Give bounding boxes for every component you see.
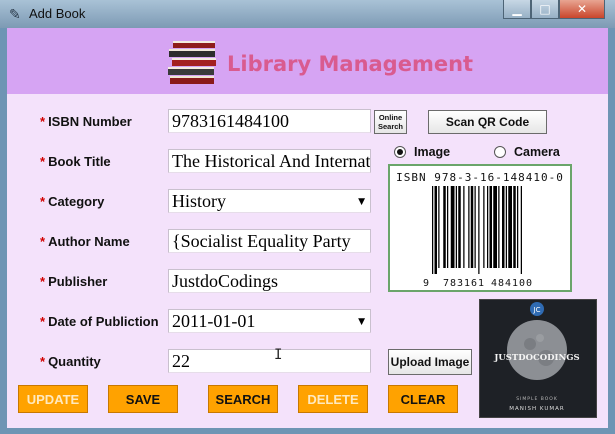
save-button[interactable]: SAVE	[108, 385, 178, 413]
close-button[interactable]: ✕	[559, 0, 605, 19]
online-search-line1: Online	[378, 113, 403, 122]
book-cover-image: JC JUSTDOCODINGS SIMPLE BOOK MANISH KUMA…	[479, 299, 597, 418]
minimize-icon: ▁	[512, 2, 522, 16]
camera-radio[interactable]: Camera	[494, 145, 560, 159]
maximize-icon: □	[539, 2, 551, 16]
search-button[interactable]: SEARCH	[208, 385, 278, 413]
publisher-label: * Publisher	[40, 274, 107, 289]
image-radio[interactable]: Image	[394, 145, 450, 159]
barcode-top-text: ISBN 978-3-16-148410-0	[396, 171, 564, 184]
chevron-down-icon[interactable]: ▼	[358, 197, 365, 207]
cover-author: MANISH KUMAR	[509, 406, 564, 412]
cover-title: JUSTDOCODINGS	[493, 353, 579, 363]
maximize-button[interactable]: □	[531, 0, 559, 19]
date-value: 2011-01-01	[172, 311, 256, 331]
text-cursor-icon: I	[274, 347, 283, 363]
image-radio-label: Image	[414, 145, 451, 159]
publisher-label-text: Publisher	[48, 274, 108, 289]
date-label-text: Date of Publiction	[48, 314, 159, 329]
barcode-right-digits: 484100	[491, 278, 533, 289]
required-marker: *	[40, 274, 46, 289]
app-title: Library Management	[227, 52, 474, 76]
update-button[interactable]: UPDATE	[18, 385, 88, 413]
delete-button[interactable]: DELETE	[298, 385, 368, 413]
barcode-preview: ISBN 978-3-16-148410-0 9 783161 484100	[388, 164, 572, 292]
category-select[interactable]: History ▼	[168, 189, 371, 213]
required-marker: *	[40, 314, 46, 329]
close-icon: ✕	[576, 2, 588, 16]
camera-radio-label: Camera	[514, 145, 560, 159]
required-marker: *	[40, 114, 46, 129]
barcode-left-digits: 783161	[443, 278, 485, 289]
feather-icon: ✎	[9, 6, 21, 22]
isbn-label: * ISBN Number	[40, 114, 132, 129]
publisher-input[interactable]: JustdoCodings	[168, 269, 371, 293]
book-title-label-text: Book Title	[48, 154, 111, 169]
required-marker: *	[40, 354, 46, 369]
camera-radio-dot[interactable]	[494, 146, 506, 158]
date-picker[interactable]: 2011-01-01 ▼	[168, 309, 371, 333]
date-label: * Date of Publiction	[40, 314, 159, 329]
barcode-first-digit: 9	[423, 278, 429, 289]
author-input[interactable]: {Socialist Equality Party	[168, 229, 371, 253]
barcode-bars	[432, 186, 522, 274]
image-radio-dot[interactable]	[394, 146, 406, 158]
category-label: * Category	[40, 194, 104, 209]
isbn-input[interactable]: 9783161484100	[168, 109, 371, 133]
required-marker: *	[40, 234, 46, 249]
cover-art: JC JUSTDOCODINGS SIMPLE BOOK MANISH KUMA…	[480, 300, 596, 417]
book-stack-icon	[168, 41, 216, 84]
book-title-input[interactable]: The Historical And International	[168, 149, 371, 173]
required-marker: *	[40, 194, 46, 209]
isbn-label-text: ISBN Number	[48, 114, 132, 129]
barcode-image: ISBN 978-3-16-148410-0 9 783161 484100	[396, 171, 564, 289]
category-label-text: Category	[48, 194, 105, 209]
chevron-down-icon[interactable]: ▼	[358, 317, 365, 327]
cover-subtitle: SIMPLE BOOK	[516, 396, 558, 402]
online-search-line2: Search	[377, 122, 404, 131]
required-marker: *	[40, 154, 46, 169]
quantity-input[interactable]: 22	[168, 349, 371, 373]
book-title-label: * Book Title	[40, 154, 111, 169]
scan-qr-button[interactable]: Scan QR Code	[428, 110, 547, 134]
form-area: Library Management * ISBN Number * Book Ti…	[7, 28, 608, 428]
app-header: Library Management	[7, 28, 608, 94]
category-value: History	[172, 191, 226, 211]
title-bar[interactable]: ✎ Add Book ▁ □ ✕	[0, 0, 615, 28]
author-label: * Author Name	[40, 234, 130, 249]
window-title: Add Book	[29, 6, 86, 21]
cover-badge: JC	[533, 306, 541, 314]
clear-button[interactable]: CLEAR	[388, 385, 458, 413]
upload-image-button[interactable]: Upload Image	[388, 349, 472, 375]
online-search-button[interactable]: Online Search	[374, 110, 407, 134]
quantity-label: * Quantity	[40, 354, 101, 369]
app-window: ✎ Add Book ▁ □ ✕ Library Management * ISB…	[0, 0, 615, 434]
minimize-button[interactable]: ▁	[503, 0, 531, 19]
author-label-text: Author Name	[48, 234, 130, 249]
quantity-label-text: Quantity	[48, 354, 101, 369]
window-controls: ▁ □ ✕	[503, 0, 605, 19]
